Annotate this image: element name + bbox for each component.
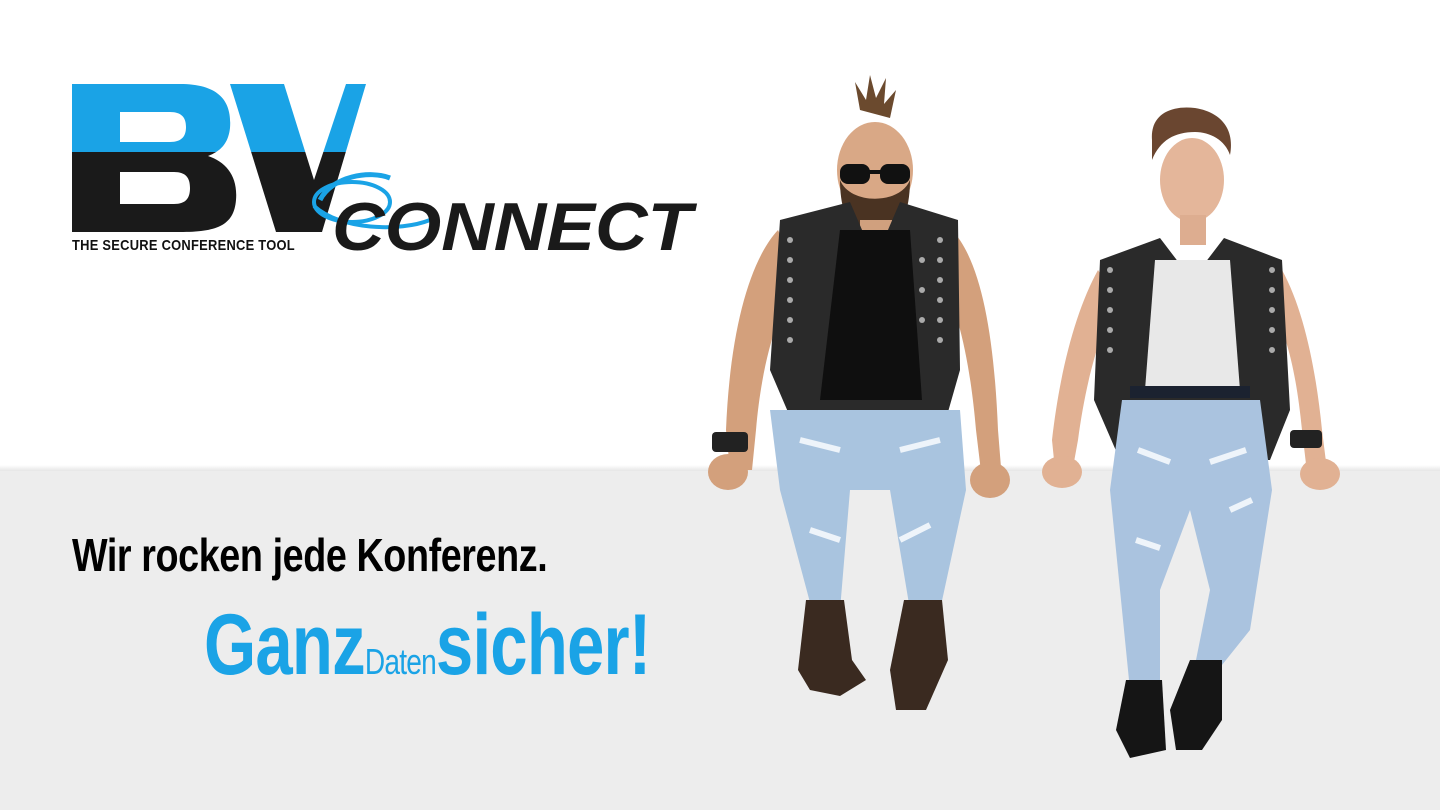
slogan-part-daten: Daten (364, 641, 437, 682)
logo-letter-b (72, 84, 237, 232)
logo-tagline: THE SECURE CONFERENCE TOOL (72, 237, 295, 254)
two-punk-models-image (708, 75, 1340, 758)
man-figure (708, 75, 1010, 710)
woman-figure (1042, 107, 1340, 758)
slogan-part-ganz: Ganz (204, 597, 366, 693)
slogan-part-sicher: sicher! (435, 597, 651, 693)
headline: Wir rocken jede Konferenz. (72, 529, 548, 581)
bv-connect-logo: CONNECT THE SECURE CONFERENCE TOOL (70, 80, 710, 270)
slogan: GanzDatensicher! (204, 596, 651, 695)
banner: CONNECT THE SECURE CONFERENCE TOOL Wir r… (0, 0, 1440, 810)
logo-connect-word: CONNECT (332, 189, 698, 265)
